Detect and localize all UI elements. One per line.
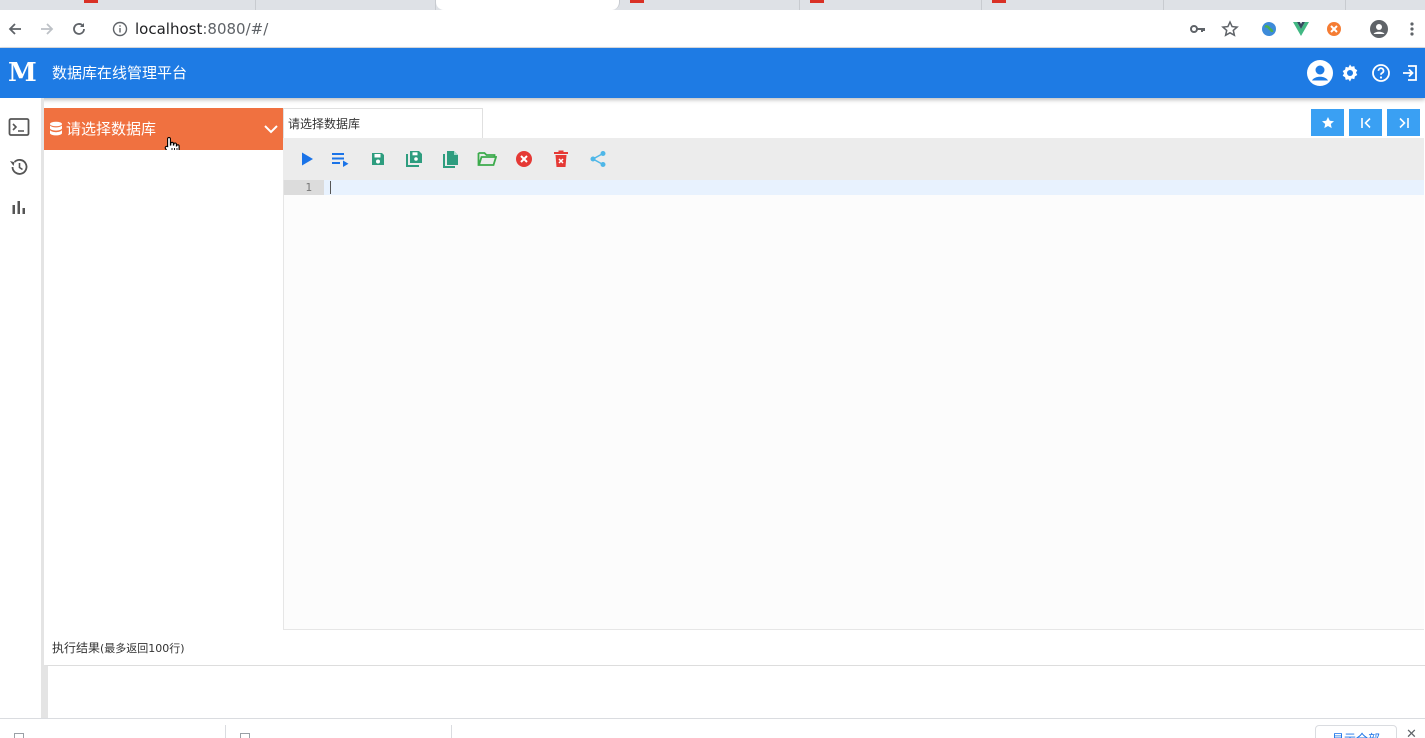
chevron-down-icon <box>264 125 278 134</box>
save-button[interactable] <box>368 149 388 169</box>
sql-console-nav[interactable] <box>6 114 32 140</box>
close-circle-icon <box>516 151 532 167</box>
save-as-button[interactable] <box>404 149 424 169</box>
first-page-icon <box>1360 117 1371 128</box>
database-select-label: 请选择数据库 <box>66 120 157 138</box>
info-icon[interactable] <box>112 21 128 37</box>
text-caret <box>330 181 331 194</box>
url-host: localhost <box>135 20 203 38</box>
first-page-button[interactable] <box>1349 109 1382 136</box>
globe-extension-icon[interactable] <box>1259 19 1279 39</box>
app-header: M 数据库在线管理平台 <box>0 48 1425 98</box>
app-title: 数据库在线管理平台 <box>52 64 188 82</box>
stop-button[interactable] <box>514 149 534 169</box>
forward-button[interactable] <box>36 18 58 40</box>
app-root: localhost:8080/#/ M 数据库在线管理平台 请选择数据库 请选… <box>0 0 1425 738</box>
document-icon <box>240 733 250 738</box>
database-icon <box>50 121 62 136</box>
share-button[interactable] <box>588 149 608 169</box>
browser-tab[interactable] <box>1164 0 1346 10</box>
browser-tab[interactable] <box>256 0 436 10</box>
document-icon <box>14 733 24 738</box>
user-account-icon[interactable] <box>1305 58 1335 88</box>
browser-tab[interactable] <box>620 0 800 10</box>
line-number: 1 <box>284 180 324 195</box>
browser-tab[interactable] <box>800 0 982 10</box>
last-page-icon <box>1398 117 1409 128</box>
play-icon <box>302 152 313 166</box>
history-icon <box>10 159 28 175</box>
active-line-highlight <box>284 180 1424 195</box>
share-icon <box>590 151 606 167</box>
copy-file-icon <box>443 151 458 168</box>
vue-devtools-icon[interactable] <box>1291 19 1311 39</box>
browser-tab[interactable] <box>982 0 1164 10</box>
favorite-button[interactable] <box>1311 109 1344 136</box>
browser-toolbar: localhost:8080/#/ <box>0 10 1425 48</box>
back-button[interactable] <box>4 18 26 40</box>
copy-button[interactable] <box>441 149 461 169</box>
browser-tab[interactable] <box>0 0 256 10</box>
run-selected-button[interactable] <box>331 149 351 169</box>
terminal-icon <box>8 118 30 136</box>
browser-tab-active[interactable] <box>436 0 620 10</box>
results-title-text: 执行结果 <box>52 641 101 655</box>
url-field[interactable]: localhost:8080/#/ <box>135 19 268 39</box>
trash-icon <box>554 150 568 167</box>
save-icon <box>372 153 384 165</box>
run-button[interactable] <box>297 149 317 169</box>
star-bookmark-icon[interactable] <box>1220 19 1240 39</box>
clear-button[interactable] <box>551 149 571 169</box>
reload-icon <box>73 23 85 35</box>
editor-tab[interactable]: 请选择数据库 <box>283 108 483 138</box>
results-title: 执行结果(最多返回100行) <box>52 640 185 657</box>
key-icon[interactable] <box>1188 19 1208 39</box>
arrow-left-icon <box>8 23 21 35</box>
downloads-bar: 显示全部 ✕ <box>0 718 1425 738</box>
reload-button[interactable] <box>68 18 90 40</box>
statistics-nav[interactable] <box>6 194 32 220</box>
left-nav-rail <box>0 98 44 718</box>
results-table-area <box>44 665 1425 718</box>
last-page-button[interactable] <box>1387 109 1420 136</box>
download-item[interactable] <box>226 725 452 738</box>
download-item[interactable] <box>0 725 226 738</box>
star-icon <box>1321 116 1334 128</box>
playlist-play-icon <box>332 153 349 167</box>
orange-extension-icon[interactable] <box>1324 19 1344 39</box>
open-file-button[interactable] <box>477 149 497 169</box>
gear-icon[interactable] <box>1338 61 1362 85</box>
help-icon[interactable] <box>1369 61 1393 85</box>
folder-open-icon <box>477 152 497 166</box>
kebab-menu-icon[interactable] <box>1402 19 1422 39</box>
logout-icon[interactable] <box>1398 61 1422 85</box>
browser-tab-strip <box>0 0 1425 10</box>
sql-editor[interactable] <box>283 138 1424 630</box>
arrow-right-icon <box>41 23 54 35</box>
url-path: :8080/#/ <box>202 20 269 38</box>
history-nav[interactable] <box>6 154 32 180</box>
results-limit-note: (最多返回100行) <box>100 642 185 655</box>
results-header: 执行结果(最多返回100行) <box>44 630 1425 665</box>
save-all-icon <box>406 151 422 167</box>
database-tree-panel <box>44 150 283 630</box>
profile-avatar-icon[interactable] <box>1369 19 1389 39</box>
editor-toolbar <box>283 138 1424 180</box>
bar-chart-icon <box>12 201 25 214</box>
show-all-downloads-button[interactable]: 显示全部 <box>1315 725 1397 738</box>
close-icon[interactable]: ✕ <box>1406 727 1417 738</box>
app-logo[interactable]: M <box>8 58 37 88</box>
